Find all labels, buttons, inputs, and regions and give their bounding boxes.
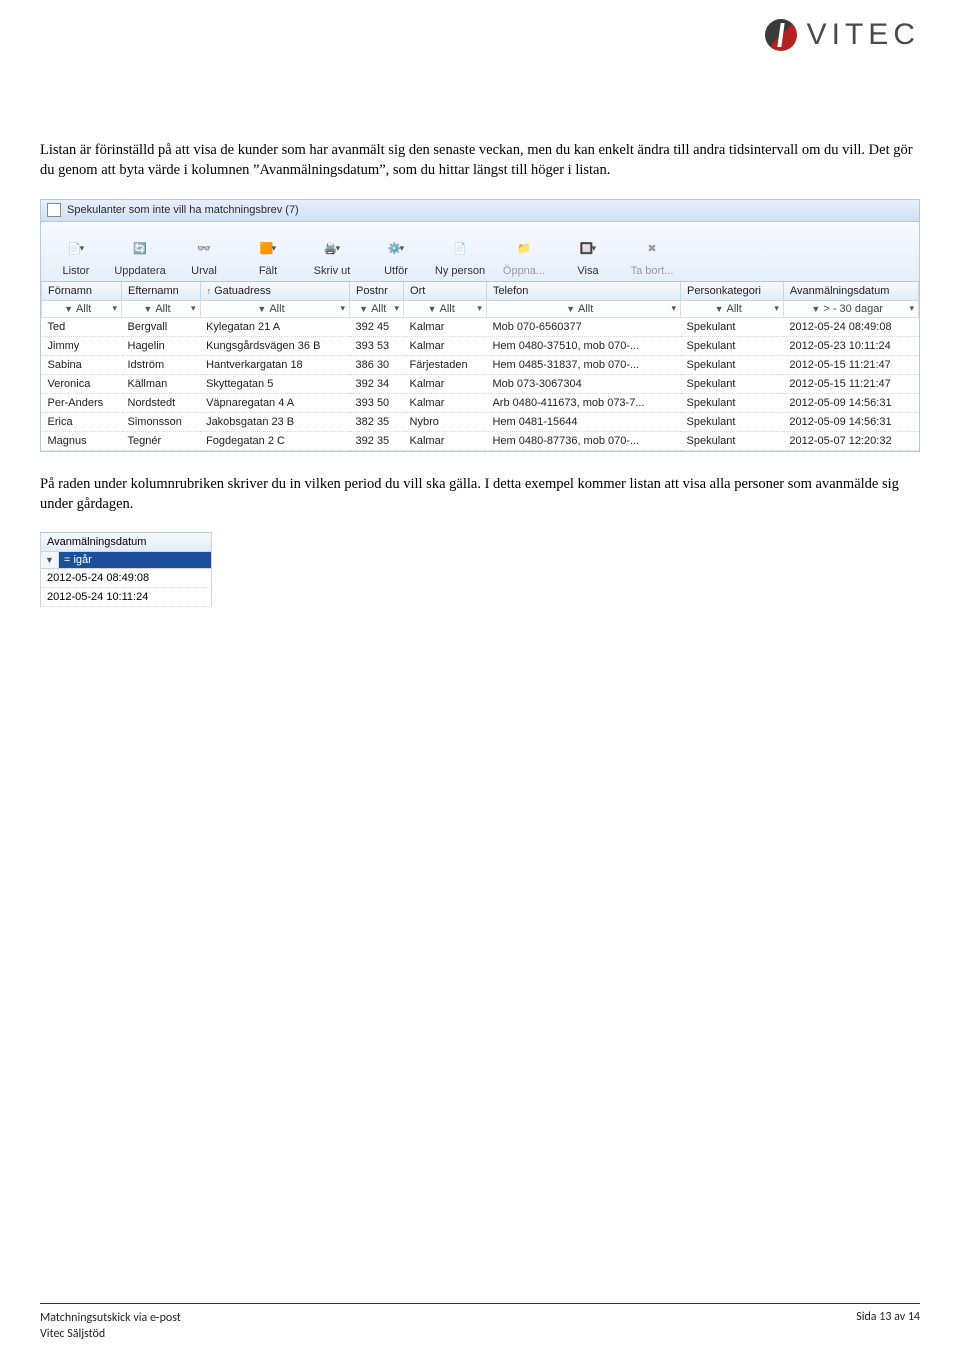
toolbar: 📄▾Listor🔄Uppdatera👓Urval🟧▾Fält🖨️▾Skriv u… <box>41 222 919 282</box>
mini-row: 2012-05-24 08:49:08 <box>40 569 212 588</box>
footer-right: Sida 13 av 14 <box>856 1310 920 1342</box>
col-header[interactable]: Postnr <box>350 282 404 301</box>
toolbar-urval[interactable]: 👓Urval <box>175 236 233 279</box>
toolbar-icon: 🔲▾ <box>575 236 601 262</box>
col-header[interactable]: Ort <box>404 282 487 301</box>
toolbar-icon: 🔄 <box>127 236 153 262</box>
col-header[interactable]: ↑Gatuadress <box>200 282 349 301</box>
toolbar-icon: 📄 <box>447 236 473 262</box>
table-row[interactable]: MagnusTegnérFogdegatan 2 C392 35KalmarHe… <box>42 431 919 450</box>
page-footer: Matchningsutskick via e-post Vitec Säljs… <box>40 1303 920 1342</box>
toolbar-icon: 👓 <box>191 236 217 262</box>
dropdown-arrow-icon: ▼ <box>257 304 266 314</box>
toolbar-listor[interactable]: 📄▾Listor <box>47 236 105 279</box>
toolbar-icon: 📄▾ <box>63 236 89 262</box>
data-grid: FörnamnEfternamn↑GatuadressPostnrOrtTele… <box>41 282 919 451</box>
dropdown-arrow-icon: ▾ <box>191 303 196 314</box>
mini-row: 2012-05-24 10:11:24 <box>40 588 212 607</box>
toolbar-icon: ✖ <box>639 236 665 262</box>
toolbar-ta-bort-[interactable]: ✖Ta bort... <box>623 236 681 279</box>
window-title: Spekulanter som inte vill ha matchningsb… <box>67 204 299 216</box>
window-titlebar: Spekulanter som inte vill ha matchningsb… <box>41 200 919 222</box>
toolbar-icon: ⚙️▾ <box>383 236 409 262</box>
dropdown-arrow-icon: ▾ <box>671 303 676 314</box>
col-header[interactable]: Telefon <box>486 282 680 301</box>
dropdown-arrow-icon: ▼ <box>64 304 73 314</box>
dropdown-arrow-icon: ▾ <box>340 303 345 314</box>
mini-filter-value: = igår <box>59 552 211 568</box>
dropdown-arrow-icon: ▼ <box>715 304 724 314</box>
filter-cell[interactable]: ▼ Allt▾ <box>681 300 784 317</box>
table-row[interactable]: SabinaIdströmHantverkargatan 18386 30Fär… <box>42 355 919 374</box>
dropdown-arrow-icon: ▼ <box>566 304 575 314</box>
table-row[interactable]: EricaSimonssonJakobsgatan 23 B382 35Nybr… <box>42 412 919 431</box>
toolbar-ny-person[interactable]: 📄Ny person <box>431 236 489 279</box>
dropdown-arrow-icon[interactable]: ▼ <box>41 552 59 568</box>
vitec-logo: VITEC <box>765 18 920 52</box>
dropdown-arrow-icon: ▼ <box>811 304 820 314</box>
table-row[interactable]: Per-AndersNordstedtVäpnaregatan 4 A393 5… <box>42 393 919 412</box>
toolbar-uppdatera[interactable]: 🔄Uppdatera <box>111 236 169 279</box>
dropdown-arrow-icon: ▼ <box>428 304 437 314</box>
footer-left-1: Matchningsutskick via e-post <box>40 1310 181 1326</box>
dropdown-arrow-icon: ▾ <box>394 303 399 314</box>
dropdown-arrow-icon: ▾ <box>774 303 779 314</box>
toolbar-icon: 🖨️▾ <box>319 236 345 262</box>
mini-filter[interactable]: ▼ = igår <box>40 552 212 569</box>
dropdown-arrow-icon: ▾ <box>477 303 482 314</box>
mini-column: Avanmälningsdatum ▼ = igår 2012-05-24 08… <box>40 532 212 607</box>
toolbar-f-lt[interactable]: 🟧▾Fält <box>239 236 297 279</box>
logo-text: VITEC <box>807 18 920 52</box>
filter-cell[interactable]: ▼ Allt▾ <box>486 300 680 317</box>
table-row[interactable]: VeronicaKällmanSkyttegatan 5392 34Kalmar… <box>42 374 919 393</box>
filter-cell[interactable]: ▼ Allt▾ <box>122 300 201 317</box>
paragraph-1: Listan är förinställd på att visa de kun… <box>40 140 920 181</box>
filter-cell[interactable]: ▼ Allt▾ <box>404 300 487 317</box>
filter-cell[interactable]: ▼ > - 30 dagar▾ <box>783 300 918 317</box>
mini-header: Avanmälningsdatum <box>40 533 212 552</box>
dropdown-arrow-icon: ▼ <box>143 304 152 314</box>
filter-cell[interactable]: ▼ Allt▾ <box>350 300 404 317</box>
col-header[interactable]: Förnamn <box>42 282 122 301</box>
col-header[interactable]: Personkategori <box>681 282 784 301</box>
table-row[interactable]: JimmyHagelinKungsgårdsvägen 36 B393 53Ka… <box>42 336 919 355</box>
col-header[interactable]: Efternamn <box>122 282 201 301</box>
dropdown-arrow-icon: ▼ <box>359 304 368 314</box>
toolbar-icon: 🟧▾ <box>255 236 281 262</box>
paragraph-2: På raden under kolumnrubriken skriver du… <box>40 474 920 515</box>
dropdown-arrow-icon: ▾ <box>909 303 914 314</box>
filter-cell[interactable]: ▼ Allt▾ <box>200 300 349 317</box>
toolbar-utf-r[interactable]: ⚙️▾Utför <box>367 236 425 279</box>
col-header[interactable]: Avanmälningsdatum <box>783 282 918 301</box>
app-window: Spekulanter som inte vill ha matchningsb… <box>40 199 920 452</box>
table-row[interactable]: TedBergvallKylegatan 21 A392 45KalmarMob… <box>42 317 919 336</box>
toolbar-skriv-ut[interactable]: 🖨️▾Skriv ut <box>303 236 361 279</box>
toolbar-visa[interactable]: 🔲▾Visa <box>559 236 617 279</box>
filter-cell[interactable]: ▼ Allt▾ <box>42 300 122 317</box>
footer-left-2: Vitec Säljstöd <box>40 1326 181 1342</box>
window-icon <box>47 203 61 217</box>
toolbar-icon: 📁 <box>511 236 537 262</box>
dropdown-arrow-icon: ▾ <box>112 303 117 314</box>
toolbar--ppna-[interactable]: 📁Öppna... <box>495 236 553 279</box>
logo-mark-icon <box>765 19 797 51</box>
